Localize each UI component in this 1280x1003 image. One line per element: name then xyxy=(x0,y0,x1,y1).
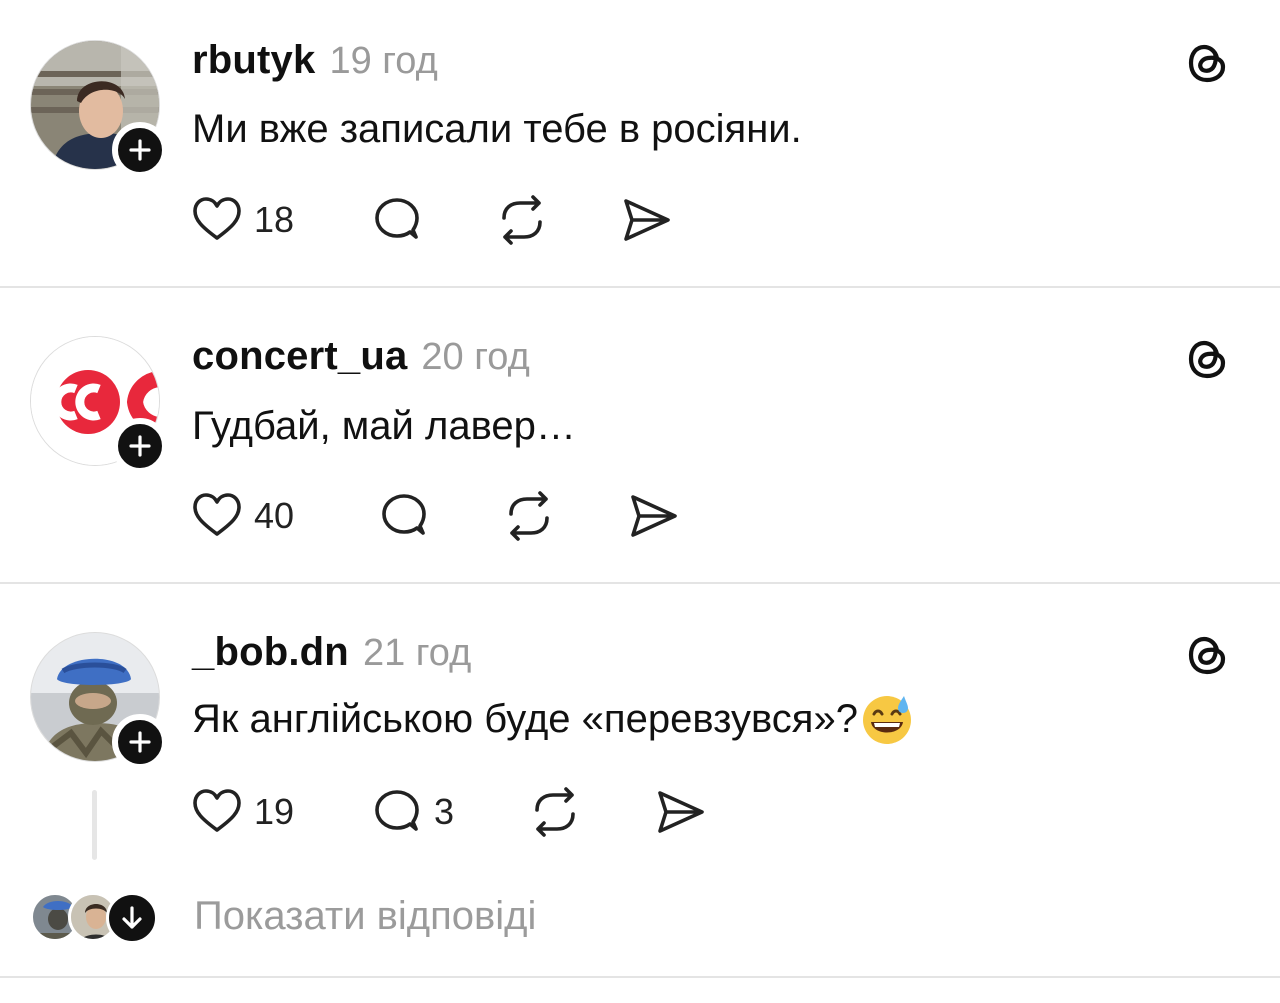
send-icon xyxy=(624,199,670,241)
repost-button[interactable] xyxy=(502,488,556,544)
arrow-down-icon xyxy=(106,892,158,944)
repost-button[interactable] xyxy=(528,784,582,840)
comment-icon xyxy=(375,198,419,239)
share-button[interactable] xyxy=(654,784,708,840)
send-icon xyxy=(658,791,704,833)
like-button[interactable]: 18 xyxy=(190,192,294,248)
like-button[interactable]: 19 xyxy=(190,784,294,840)
heart-icon xyxy=(193,789,241,832)
threads-logo-icon[interactable] xyxy=(1183,630,1233,680)
username[interactable]: _bob.dn xyxy=(192,630,349,675)
follow-button[interactable] xyxy=(112,714,168,770)
post-header: _bob.dn 21 год xyxy=(192,630,471,675)
show-replies-row[interactable]: Показати відповіді xyxy=(0,886,1280,950)
like-count: 40 xyxy=(254,495,295,536)
divider xyxy=(0,976,1280,978)
like-count: 19 xyxy=(254,791,295,832)
share-button[interactable] xyxy=(620,192,674,248)
threads-logo-icon[interactable] xyxy=(1183,38,1233,88)
heart-icon xyxy=(193,493,241,536)
divider xyxy=(0,286,1280,288)
send-icon xyxy=(631,495,677,537)
reply-count: 3 xyxy=(434,791,455,832)
timestamp: 21 год xyxy=(362,632,472,674)
username[interactable]: concert_ua xyxy=(192,334,407,379)
timestamp: 20 год xyxy=(421,336,530,378)
plus-icon xyxy=(129,435,151,457)
repost-icon xyxy=(535,787,575,837)
post-header: concert_ua 20 год xyxy=(192,334,530,379)
post-text-content: Як англійською буде «перевзувся»? xyxy=(192,696,858,741)
timestamp: 19 год xyxy=(329,40,438,82)
like-button[interactable]: 40 xyxy=(190,488,294,544)
repost-icon xyxy=(509,491,549,541)
reply-button[interactable]: 3 xyxy=(370,784,454,840)
username[interactable]: rbutyk xyxy=(192,38,315,83)
plus-icon xyxy=(129,731,151,753)
post-text-content: Гудбай, май лавер… xyxy=(192,404,576,448)
divider xyxy=(0,582,1280,584)
comment-icon xyxy=(375,790,419,831)
post-text-content: Ми вже записали тебе в росіяни. xyxy=(192,107,802,151)
thread-connector-line xyxy=(92,790,97,860)
post-text: Ми вже записали тебе в росіяни. xyxy=(192,107,802,152)
like-count: 18 xyxy=(254,199,295,240)
threads-logo-icon[interactable] xyxy=(1183,334,1233,384)
reply-button[interactable] xyxy=(377,488,431,544)
avatar-container xyxy=(30,40,168,178)
follow-button[interactable] xyxy=(112,122,168,178)
repost-button[interactable] xyxy=(495,192,549,248)
comment-icon xyxy=(382,494,426,535)
share-button[interactable] xyxy=(627,488,681,544)
follow-button[interactable] xyxy=(112,418,168,474)
avatar-container xyxy=(30,632,168,770)
reply-button[interactable] xyxy=(370,192,424,248)
grinning-face-with-sweat-icon xyxy=(860,692,914,746)
avatar-container xyxy=(30,336,168,474)
post-header: rbutyk 19 год xyxy=(192,38,438,83)
post-text: Гудбай, май лавер… xyxy=(192,404,576,449)
post-text: Як англійською буде «перевзувся»? xyxy=(192,692,914,746)
plus-icon xyxy=(129,139,151,161)
repost-icon xyxy=(502,195,542,245)
heart-icon xyxy=(193,197,241,240)
show-replies-link[interactable]: Показати відповіді xyxy=(194,894,536,939)
